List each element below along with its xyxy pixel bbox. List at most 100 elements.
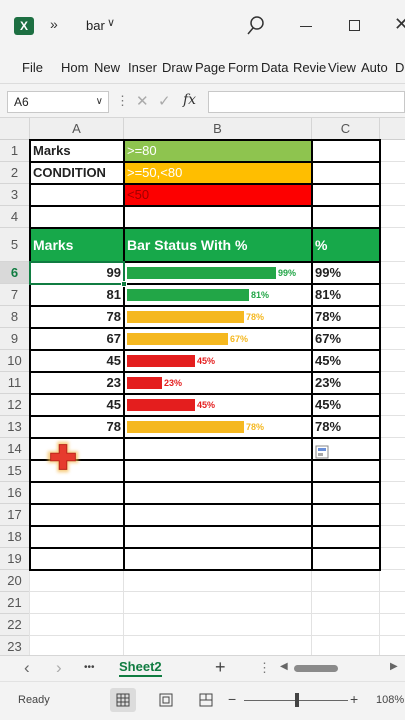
- sheet-more-button[interactable]: •••: [84, 662, 95, 673]
- tab-home[interactable]: Hom: [61, 60, 88, 75]
- tab-draw[interactable]: Draw: [162, 60, 192, 75]
- row-header[interactable]: 14: [0, 438, 30, 460]
- legend-marks-label[interactable]: Marks: [30, 140, 124, 162]
- row-header[interactable]: 23: [0, 636, 30, 655]
- formula-bar: A6 ∨ ⋮ ✕ ✓ fx: [0, 84, 405, 118]
- row-header[interactable]: 5: [0, 228, 30, 262]
- cell[interactable]: [30, 184, 124, 206]
- title-chevron-down-icon[interactable]: ∨: [107, 16, 115, 29]
- row-header[interactable]: 2: [0, 162, 30, 184]
- tab-page-layout[interactable]: Page: [195, 60, 225, 75]
- scroll-left-icon[interactable]: ◀: [280, 661, 288, 672]
- horizontal-scrollbar[interactable]: ◀ ▶: [280, 661, 398, 675]
- percent-value[interactable]: 45%: [312, 394, 380, 416]
- row-header[interactable]: 7: [0, 284, 30, 306]
- row-header[interactable]: 11: [0, 372, 30, 394]
- zoom-in-button[interactable]: +: [350, 691, 358, 707]
- search-icon[interactable]: [246, 15, 266, 37]
- header-marks[interactable]: Marks: [30, 228, 124, 262]
- name-box[interactable]: A6 ∨: [7, 91, 109, 113]
- scrollbar-thumb[interactable]: [294, 665, 338, 672]
- percent-value[interactable]: 78%: [312, 306, 380, 328]
- maximize-button[interactable]: [349, 20, 360, 31]
- sheet-prev-button[interactable]: ‹: [24, 658, 30, 678]
- tab-developer[interactable]: D: [395, 60, 404, 75]
- document-title[interactable]: bar: [86, 18, 105, 33]
- column-header-a[interactable]: A: [30, 118, 124, 140]
- enter-icon[interactable]: ✓: [158, 92, 171, 110]
- percent-value[interactable]: 45%: [312, 350, 380, 372]
- insert-function-icon[interactable]: fx: [183, 92, 196, 108]
- fill-handle[interactable]: [121, 281, 127, 287]
- row-header[interactable]: 9: [0, 328, 30, 350]
- marks-value[interactable]: 78: [30, 306, 124, 328]
- percent-value[interactable]: 23%: [312, 372, 380, 394]
- select-all-corner[interactable]: [0, 118, 30, 140]
- row-header[interactable]: 1: [0, 140, 30, 162]
- tab-automate[interactable]: Auto: [361, 60, 388, 75]
- quick-access-more-icon[interactable]: »: [50, 16, 58, 32]
- selected-cell[interactable]: [29, 261, 125, 285]
- percent-value[interactable]: 81%: [312, 284, 380, 306]
- sheet-next-button[interactable]: ›: [56, 658, 62, 678]
- percent-value[interactable]: 67%: [312, 328, 380, 350]
- tab-file[interactable]: File: [22, 60, 43, 75]
- row-header[interactable]: 22: [0, 614, 30, 636]
- marks-value[interactable]: 67: [30, 328, 124, 350]
- marks-value[interactable]: 23: [30, 372, 124, 394]
- row-header[interactable]: 8: [0, 306, 30, 328]
- zoom-out-button[interactable]: −: [228, 691, 236, 707]
- tab-new[interactable]: New: [94, 60, 120, 75]
- sheet-tabs-options-icon[interactable]: ⋮: [258, 660, 271, 676]
- row-header[interactable]: 13: [0, 416, 30, 438]
- scroll-right-icon[interactable]: ▶: [390, 661, 398, 672]
- formula-bar-dots-icon[interactable]: ⋮: [116, 93, 129, 109]
- tab-formulas[interactable]: Form: [228, 60, 258, 75]
- legend-mid-rule[interactable]: >=50,<80: [124, 162, 312, 184]
- tab-view[interactable]: View: [328, 60, 356, 75]
- row-header[interactable]: 3: [0, 184, 30, 206]
- formula-input[interactable]: [208, 91, 405, 113]
- page-layout-view-icon[interactable]: [159, 693, 173, 707]
- row-header[interactable]: 21: [0, 592, 30, 614]
- page-break-view-icon[interactable]: [199, 693, 213, 707]
- row-header[interactable]: 20: [0, 570, 30, 592]
- quick-analysis-icon[interactable]: [314, 445, 330, 459]
- sheet-tab-active[interactable]: Sheet2: [119, 659, 162, 677]
- header-bar-status[interactable]: Bar Status With %: [124, 228, 312, 262]
- legend-low-rule[interactable]: <50: [124, 184, 312, 206]
- zoom-slider-thumb[interactable]: [295, 693, 299, 707]
- percent-value[interactable]: 99%: [312, 262, 380, 284]
- add-sheet-button[interactable]: +: [215, 657, 226, 678]
- cancel-icon[interactable]: ✕: [136, 92, 149, 110]
- row-header[interactable]: 12: [0, 394, 30, 416]
- marks-value[interactable]: 45: [30, 350, 124, 372]
- column-header-b[interactable]: B: [124, 118, 312, 140]
- legend-high-rule[interactable]: >=80: [124, 140, 312, 162]
- percent-value[interactable]: 78%: [312, 416, 380, 438]
- normal-view-button[interactable]: [110, 688, 136, 712]
- close-button[interactable]: ✕: [394, 14, 405, 35]
- row-header[interactable]: 16: [0, 482, 30, 504]
- tab-review[interactable]: Revie: [293, 60, 326, 75]
- row-header[interactable]: 17: [0, 504, 30, 526]
- marks-value[interactable]: 78: [30, 416, 124, 438]
- row-header[interactable]: 4: [0, 206, 30, 228]
- worksheet-grid[interactable]: A B C 1 2 3 4 5 6 7 8 9 10 11 12 13 14 15 16 17 18 19 20 21 2…: [0, 118, 405, 655]
- row-header[interactable]: 10: [0, 350, 30, 372]
- column-header-c[interactable]: C: [312, 118, 380, 140]
- row-header[interactable]: 6: [0, 262, 30, 284]
- zoom-slider[interactable]: [244, 693, 348, 707]
- marks-value[interactable]: 81: [30, 284, 124, 306]
- minimize-button[interactable]: [300, 26, 312, 27]
- tab-insert[interactable]: Inser: [128, 60, 157, 75]
- row-header[interactable]: 18: [0, 526, 30, 548]
- tab-data[interactable]: Data: [261, 60, 288, 75]
- row-header[interactable]: 15: [0, 460, 30, 482]
- legend-condition-label[interactable]: CONDITION: [30, 162, 124, 184]
- name-box-chevron-icon[interactable]: ∨: [96, 92, 103, 112]
- zoom-level[interactable]: 108%: [376, 694, 404, 706]
- header-percent[interactable]: %: [312, 228, 380, 262]
- row-header[interactable]: 19: [0, 548, 30, 570]
- marks-value[interactable]: 45: [30, 394, 124, 416]
